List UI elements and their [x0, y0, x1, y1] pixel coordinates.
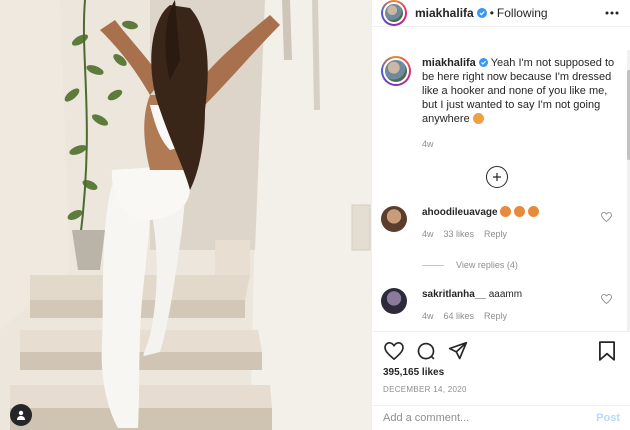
comment-emoji	[500, 206, 539, 218]
post-date[interactable]: December 14, 2020	[383, 385, 467, 394]
avatar[interactable]	[381, 0, 407, 26]
user-tag-icon[interactable]	[10, 404, 32, 426]
likes-count[interactable]: 395,165 likes	[383, 367, 444, 378]
verified-icon	[476, 8, 487, 18]
more-icon[interactable]	[602, 3, 622, 23]
caption-time[interactable]: 4w	[422, 137, 616, 151]
follow-status-button[interactable]: Following	[497, 6, 548, 20]
comment-time[interactable]: 4w	[422, 227, 434, 241]
caption-avatar[interactable]	[381, 56, 411, 86]
comment-reply-button[interactable]: Reply	[484, 227, 507, 241]
comments-section: miakhalifa Yeah I'm not supposed to be h…	[372, 42, 630, 332]
comment-username[interactable]: ahoodileuavage	[422, 207, 498, 218]
comment-avatar[interactable]	[381, 288, 407, 314]
comment-item: ahoodileuavage 4w 33 likes Reply	[381, 206, 616, 241]
verified-icon	[478, 58, 488, 67]
post-panel: miakhalifa • Following miakhalifa Yeah I…	[371, 0, 630, 430]
comment-text: aaamm	[488, 289, 523, 300]
view-replies-button[interactable]: View replies (4)	[422, 260, 518, 270]
post-photo[interactable]	[0, 0, 371, 430]
caption: miakhalifa Yeah I'm not supposed to be h…	[381, 56, 616, 151]
comment-likes[interactable]: 64 likes	[444, 309, 475, 323]
save-icon[interactable]	[595, 339, 619, 363]
comment-username[interactable]: sakritlanha__	[422, 289, 486, 300]
share-icon[interactable]	[446, 339, 470, 363]
caption-username[interactable]: miakhalifa	[422, 57, 476, 69]
header-separator: •	[489, 6, 494, 20]
header-username[interactable]: miakhalifa	[415, 6, 474, 20]
add-comment-bar: Post	[372, 405, 630, 430]
comment-input[interactable]	[383, 412, 597, 424]
heart-icon[interactable]	[382, 339, 406, 363]
plus-icon[interactable]	[486, 166, 508, 188]
replies-line	[422, 264, 444, 266]
view-replies-label: View replies (4)	[456, 260, 518, 270]
comment-icon[interactable]	[414, 339, 438, 363]
heart-icon[interactable]	[601, 294, 612, 304]
comment-avatar[interactable]	[381, 206, 407, 232]
post-header: miakhalifa • Following	[372, 0, 630, 27]
comment-time[interactable]: 4w	[422, 309, 434, 323]
comment-item: sakritlanha__ aaamm 4w 64 likes Reply	[381, 288, 616, 323]
caption-emoji	[472, 113, 484, 124]
user-tag-glyph	[17, 410, 25, 420]
post-button[interactable]: Post	[596, 412, 620, 424]
comment-reply-button[interactable]: Reply	[484, 309, 507, 323]
heart-icon[interactable]	[601, 212, 612, 222]
action-bar	[372, 336, 630, 366]
photo-illustration	[0, 0, 371, 430]
comment-likes[interactable]: 33 likes	[444, 227, 475, 241]
